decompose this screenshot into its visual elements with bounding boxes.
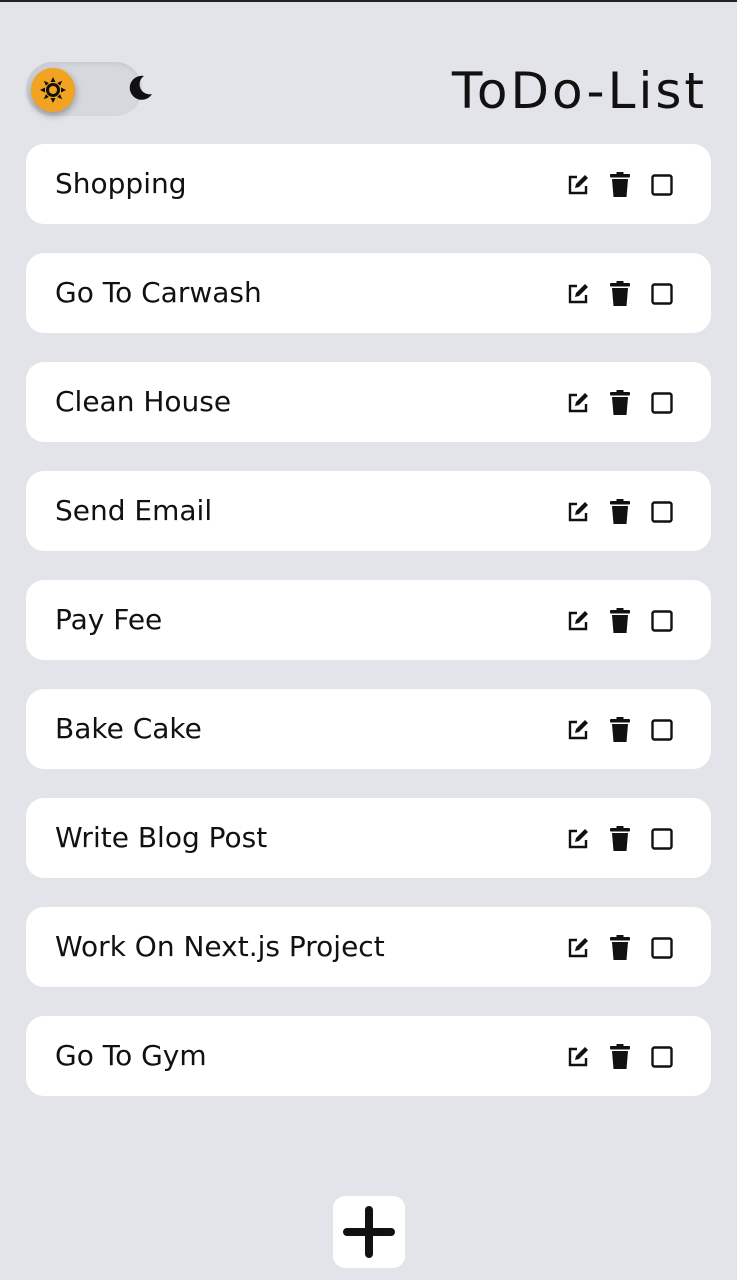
checkbox[interactable] <box>649 172 675 198</box>
todo-actions <box>565 390 675 416</box>
todo-item: Bake Cake <box>26 689 711 769</box>
trash-icon[interactable] <box>607 390 633 416</box>
todo-actions <box>565 1044 675 1070</box>
checkbox[interactable] <box>649 390 675 416</box>
todo-item: Send Email <box>26 471 711 551</box>
todo-actions <box>565 826 675 852</box>
checkbox[interactable] <box>649 826 675 852</box>
todo-actions <box>565 717 675 743</box>
todo-item: Write Blog Post <box>26 798 711 878</box>
todo-item: Clean House <box>26 362 711 442</box>
page-title: ToDo-List <box>451 62 707 120</box>
checkbox[interactable] <box>649 608 675 634</box>
todo-actions <box>565 281 675 307</box>
edit-icon[interactable] <box>565 608 591 634</box>
checkbox[interactable] <box>649 935 675 961</box>
plus-icon <box>343 1206 395 1258</box>
trash-icon[interactable] <box>607 499 633 525</box>
edit-icon[interactable] <box>565 826 591 852</box>
todo-label: Write Blog Post <box>55 821 268 854</box>
add-todo-button[interactable] <box>333 1196 405 1268</box>
theme-toggle-knob[interactable] <box>31 68 75 112</box>
checkbox[interactable] <box>649 1044 675 1070</box>
sun-icon <box>40 77 66 103</box>
trash-icon[interactable] <box>607 935 633 961</box>
checkbox[interactable] <box>649 281 675 307</box>
todo-actions <box>565 499 675 525</box>
edit-icon[interactable] <box>565 499 591 525</box>
trash-icon[interactable] <box>607 826 633 852</box>
todo-item: Go To Carwash <box>26 253 711 333</box>
trash-icon[interactable] <box>607 172 633 198</box>
edit-icon[interactable] <box>565 281 591 307</box>
edit-icon[interactable] <box>565 935 591 961</box>
todo-item: Pay Fee <box>26 580 711 660</box>
checkbox[interactable] <box>649 717 675 743</box>
todo-label: Send Email <box>55 494 213 527</box>
todo-actions <box>565 608 675 634</box>
trash-icon[interactable] <box>607 717 633 743</box>
edit-icon[interactable] <box>565 390 591 416</box>
todo-label: Clean House <box>55 385 232 418</box>
trash-icon[interactable] <box>607 281 633 307</box>
todo-actions <box>565 935 675 961</box>
todo-label: Shopping <box>55 167 187 200</box>
trash-icon[interactable] <box>607 608 633 634</box>
todo-label: Work On Next.js Project <box>55 930 385 963</box>
edit-icon[interactable] <box>565 717 591 743</box>
theme-toggle[interactable] <box>26 62 152 116</box>
todo-item: Shopping <box>26 144 711 224</box>
todo-label: Go To Carwash <box>55 276 262 309</box>
edit-icon[interactable] <box>565 1044 591 1070</box>
todo-actions <box>565 172 675 198</box>
moon-icon[interactable] <box>124 72 156 104</box>
todo-item: Go To Gym <box>26 1016 711 1096</box>
edit-icon[interactable] <box>565 172 591 198</box>
checkbox[interactable] <box>649 499 675 525</box>
todo-label: Pay Fee <box>55 603 163 636</box>
todo-list: Shopping Go To Carwash Clean House Send … <box>26 144 711 1125</box>
todo-label: Go To Gym <box>55 1039 207 1072</box>
todo-label: Bake Cake <box>55 712 202 745</box>
trash-icon[interactable] <box>607 1044 633 1070</box>
todo-item: Work On Next.js Project <box>26 907 711 987</box>
header: ToDo-List <box>0 2 737 142</box>
